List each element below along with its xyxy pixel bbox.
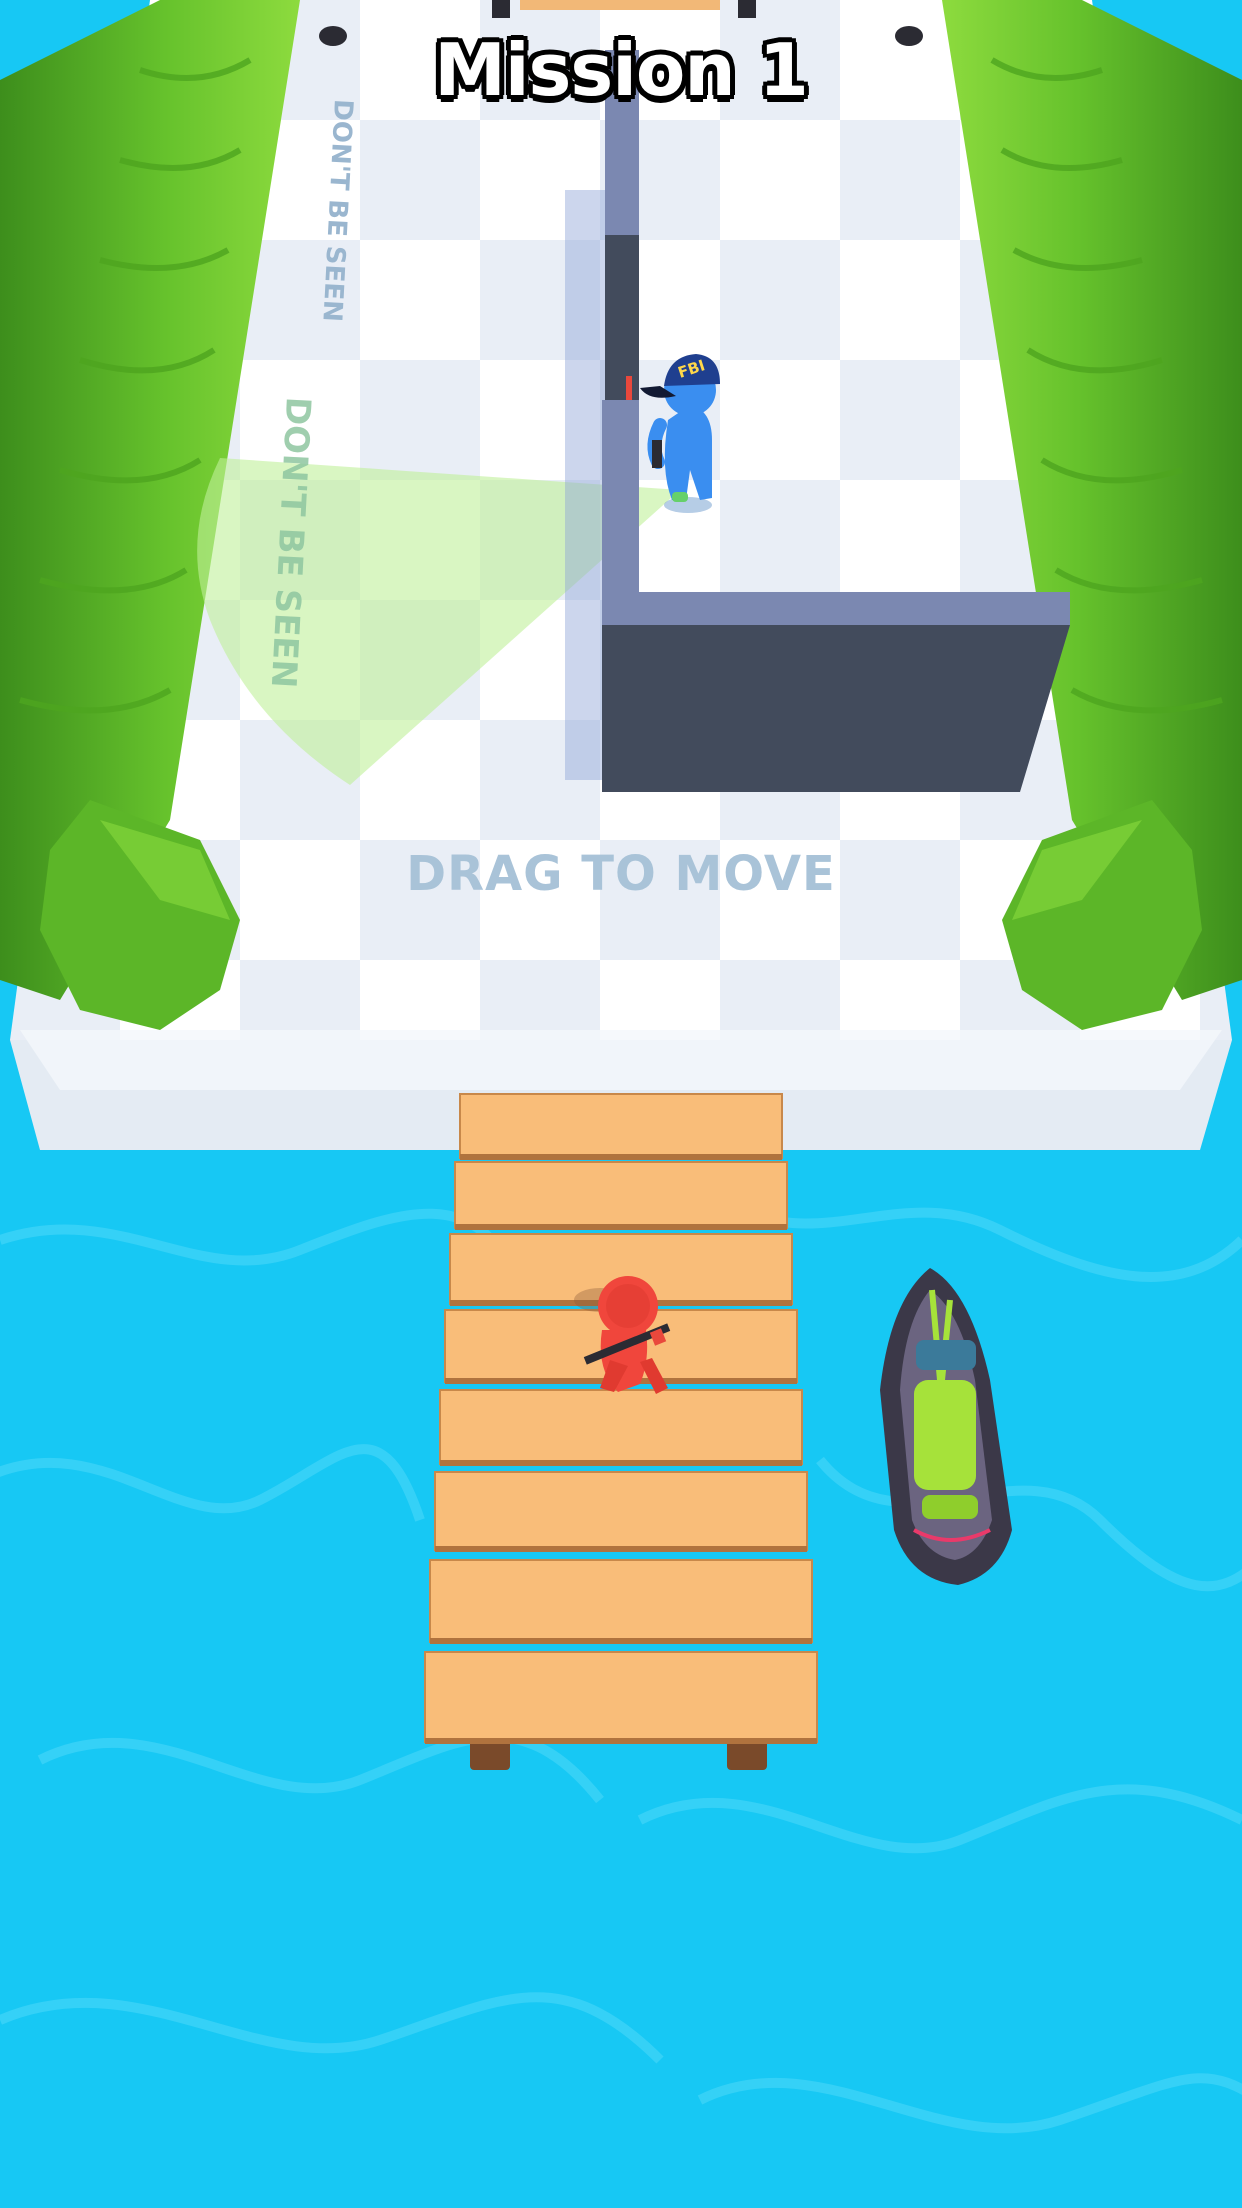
drag-to-move-hint: DRAG TO MOVE xyxy=(406,846,836,902)
far-post-right xyxy=(738,0,756,18)
mission-title: Mission 1 xyxy=(434,28,809,112)
far-post-left xyxy=(492,0,510,18)
platform-front-lip xyxy=(20,1030,1222,1090)
far-gate-bar xyxy=(520,0,720,10)
game-viewport[interactable]: FBI DON'T BE SEEN DON'T BE SEEN DRAG TO … xyxy=(0,0,1242,2208)
game-scene[interactable]: FBI xyxy=(0,0,1242,2208)
wooden-dock xyxy=(424,1093,818,1770)
